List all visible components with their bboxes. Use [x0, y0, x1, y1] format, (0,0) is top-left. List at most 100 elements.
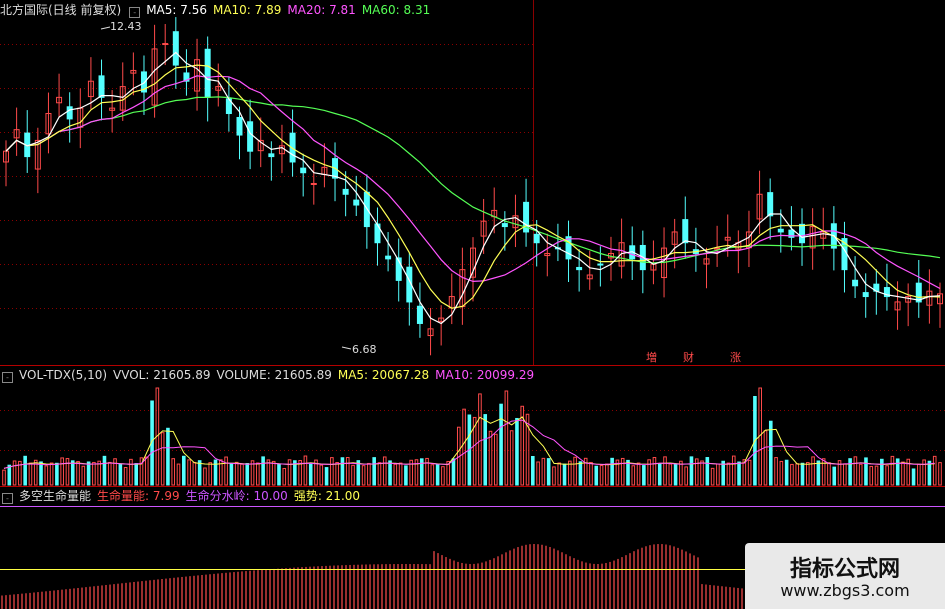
volume-bar: [129, 458, 133, 486]
volume-bar: [594, 465, 599, 486]
volume-bar: [578, 461, 583, 486]
volume-bar: [107, 461, 112, 486]
volume-bar: [266, 459, 271, 486]
volume-bar: [737, 461, 741, 486]
volume-bar: [848, 458, 852, 486]
volume-bar: [843, 463, 847, 486]
volume-bar: [97, 460, 101, 486]
volume-bar: [488, 430, 493, 486]
volume-bar: [779, 460, 784, 486]
price-panel-header: 北方国际(日线 前复权) - MA5: 7.56 MA10: 7.89 MA20: 7.…: [0, 1, 436, 19]
volume-bar: [361, 465, 366, 486]
volume-bar: [478, 393, 482, 486]
volume-bar: [710, 467, 715, 486]
volume-bar: [573, 456, 577, 486]
marker-zeng[interactable]: 増: [646, 349, 657, 365]
volume-bar: [541, 457, 546, 486]
volume-bar: [827, 462, 831, 486]
volume-bar: [932, 455, 937, 486]
volume-bar: [60, 457, 64, 486]
volume-bar: [858, 463, 863, 486]
candle-body: [597, 263, 604, 266]
volume-bar: [81, 465, 86, 486]
candle-body: [777, 228, 784, 233]
volume-bar: [7, 464, 12, 486]
volume-bar: [229, 463, 234, 486]
volume-bar: [319, 464, 324, 486]
volume-bar: [282, 468, 287, 486]
volume-bar: [203, 467, 207, 486]
volume-bar: [430, 464, 435, 486]
ma5-value: MA5: 7.56: [146, 3, 207, 17]
volume-bar: [86, 461, 91, 486]
volume-bar: [864, 457, 868, 486]
volume-bar: [689, 456, 694, 486]
volume-bar: [144, 456, 149, 486]
volume-bar: [509, 430, 514, 486]
volume-bar: [874, 465, 879, 486]
volume-bar: [271, 460, 276, 486]
volume-bar: [731, 455, 736, 486]
candle-body: [247, 121, 254, 152]
volume-bar: [880, 458, 884, 486]
volume-bar: [330, 457, 334, 486]
ma20-value: MA20: 7.81: [287, 3, 356, 17]
volume-bar: [123, 466, 128, 486]
volume-bar: [176, 463, 181, 486]
volume-bar: [626, 459, 630, 486]
volume-bar: [917, 463, 921, 486]
volume-bar: [673, 463, 678, 486]
vvol-value: VVOL: 21605.89: [113, 368, 211, 382]
vol-title: VOL-TDX(5,10): [19, 368, 108, 382]
volume-bar: [398, 462, 403, 486]
volume-bar: [388, 460, 392, 486]
volume-bar: [663, 456, 667, 486]
volume-bar: [890, 455, 895, 486]
volume-bar: [303, 455, 308, 486]
volume-bar: [869, 465, 874, 486]
vol-ma10-value: MA10: 20099.29: [435, 368, 535, 382]
volume-bar: [451, 458, 456, 486]
volume-bar: [441, 466, 445, 486]
panel-toggle-icon[interactable]: -: [2, 493, 13, 504]
volume-bar: [901, 461, 905, 486]
volume-bar: [234, 461, 239, 486]
volume-bar: [938, 462, 942, 486]
volume-bar: [340, 457, 345, 486]
volume-bar: [287, 459, 292, 486]
watermark-badge: 指标公式网 www.zbgs3.com: [745, 543, 945, 609]
candle-body: [66, 106, 73, 120]
volume-bar: [679, 460, 683, 486]
candle-body: [98, 75, 105, 98]
volume-bar: [911, 468, 916, 486]
volume-bar: [816, 460, 821, 486]
volume-bar: [49, 462, 54, 486]
volume-bar: [435, 464, 440, 486]
candle-body: [533, 233, 540, 244]
volume-bar: [531, 456, 535, 486]
marker-zhang[interactable]: 涨: [730, 349, 741, 365]
volume-bar: [642, 465, 646, 486]
volume-bar: [557, 462, 562, 486]
volume-bar: [277, 463, 281, 486]
volume-bar: [504, 390, 509, 486]
volume-bar: [483, 414, 488, 486]
watermark-url: www.zbgs3.com: [780, 581, 910, 600]
volume-bar: [345, 457, 350, 486]
high-pointer: [100, 26, 111, 30]
volume-bar: [657, 463, 662, 486]
candle-body: [172, 31, 179, 66]
candle-body: [767, 192, 774, 217]
marker-cai[interactable]: 财: [683, 349, 694, 365]
panel-toggle-icon[interactable]: -: [2, 372, 13, 383]
volume-bar: [187, 459, 191, 486]
volume-bar: [335, 462, 339, 486]
candle-body: [852, 279, 859, 287]
volume-bar: [197, 460, 202, 486]
panel-toggle-icon[interactable]: -: [129, 7, 141, 18]
volume-bar: [747, 459, 752, 486]
volume-bar: [256, 462, 260, 486]
candle-body: [501, 223, 508, 228]
volume-value: VOLUME: 21605.89: [216, 368, 332, 382]
kline-chart[interactable]: [0, 0, 945, 609]
